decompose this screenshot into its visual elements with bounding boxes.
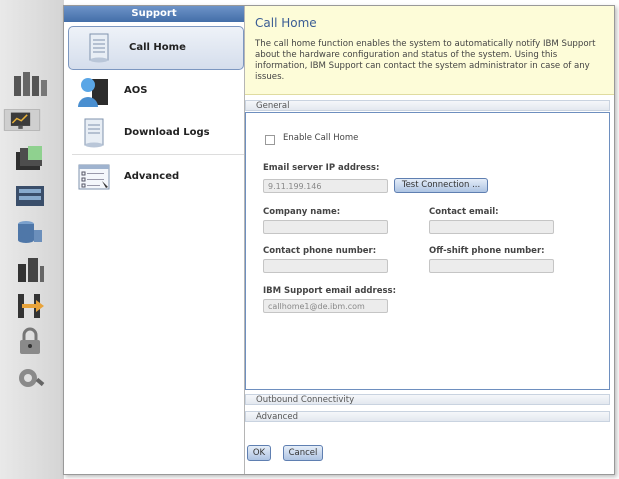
info-box: Call Home The call home function enables… xyxy=(245,6,614,95)
page-title: Call Home xyxy=(255,16,317,30)
offshift-phone-input[interactable] xyxy=(429,259,554,273)
contact-email-label: Contact email: xyxy=(429,207,499,217)
general-section: Enable Call Home Email server IP address… xyxy=(245,112,610,390)
settings-icon[interactable] xyxy=(10,362,50,394)
volumes-icon[interactable] xyxy=(10,216,50,248)
section-advanced-header[interactable]: Advanced xyxy=(245,411,610,422)
enable-call-home-checkbox[interactable] xyxy=(265,135,275,145)
description-text: The call home function enables the syste… xyxy=(255,39,596,82)
call-home-panel: Call Home The call home function enables… xyxy=(245,6,614,474)
contact-email-input[interactable] xyxy=(429,220,554,234)
menu-item-download-logs[interactable]: Download Logs xyxy=(64,112,244,154)
company-name-input[interactable] xyxy=(263,220,388,234)
menu-item-label: AOS xyxy=(124,85,148,96)
aos-user-icon xyxy=(76,73,112,109)
email-server-input[interactable]: 9.11.199.146 xyxy=(263,179,388,193)
test-connection-button[interactable]: Test Connection ... xyxy=(394,178,488,193)
contact-phone-input[interactable] xyxy=(263,259,388,273)
contact-phone-label: Contact phone number: xyxy=(263,246,377,256)
section-outbound-header[interactable]: Outbound Connectivity xyxy=(245,394,610,405)
support-dialog: Support Call Home AOS Download Logs Adva xyxy=(63,5,615,475)
ibm-support-email-input[interactable]: callhome1@de.ibm.com xyxy=(263,299,388,313)
menu-divider xyxy=(72,154,244,155)
monitoring-icon[interactable] xyxy=(2,104,56,136)
section-general-header[interactable]: General xyxy=(245,100,610,111)
folders-icon[interactable] xyxy=(10,142,50,174)
advanced-checklist-icon xyxy=(76,159,112,195)
menu-item-advanced[interactable]: Advanced xyxy=(64,156,244,198)
ibm-support-email-label: IBM Support email address: xyxy=(263,286,396,296)
email-server-label: Email server IP address: xyxy=(263,163,380,173)
enable-call-home-label: Enable Call Home xyxy=(283,133,359,143)
cancel-button[interactable]: Cancel xyxy=(283,445,323,461)
company-name-label: Company name: xyxy=(263,207,341,217)
storage-controller-icon[interactable] xyxy=(10,180,50,212)
access-lock-icon[interactable] xyxy=(10,326,50,358)
offshift-phone-label: Off-shift phone number: xyxy=(429,246,545,256)
copy-services-icon[interactable] xyxy=(10,290,50,322)
download-logs-icon xyxy=(76,115,112,151)
navigation-rail xyxy=(0,0,64,479)
menu-item-call-home[interactable]: Call Home xyxy=(68,26,244,70)
menu-item-aos[interactable]: AOS xyxy=(64,70,244,112)
menu-item-label: Advanced xyxy=(124,171,180,182)
menu-item-label: Download Logs xyxy=(124,127,210,138)
support-header: Support xyxy=(64,6,244,22)
servers-icon[interactable] xyxy=(10,68,50,100)
menu-item-label: Call Home xyxy=(129,42,186,53)
ok-button[interactable]: OK xyxy=(247,445,271,461)
call-home-icon xyxy=(81,30,117,66)
hosts-icon[interactable] xyxy=(10,254,50,286)
support-menu: Support Call Home AOS Download Logs Adva xyxy=(64,6,245,474)
